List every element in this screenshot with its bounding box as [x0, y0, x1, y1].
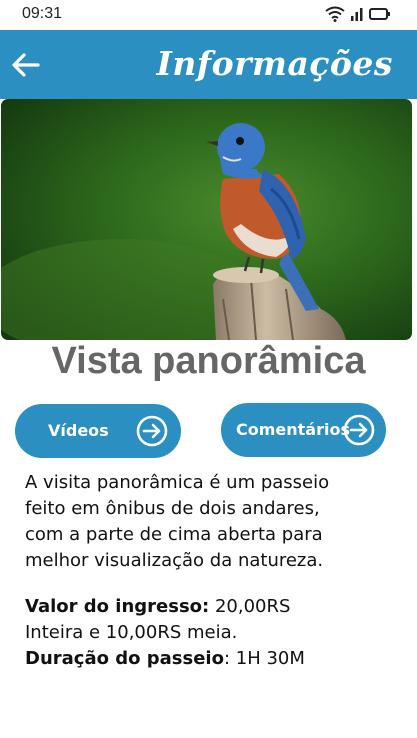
- status-bar: 09:31: [0, 0, 417, 30]
- page-title: Informações: [156, 44, 393, 83]
- hero-image: [1, 99, 412, 340]
- duration-label: Duração do passeio: [25, 648, 224, 669]
- description-text: A visita panorâmica é um passeio feito e…: [25, 470, 400, 574]
- arrow-left-icon: [12, 53, 40, 77]
- videos-button[interactable]: Vídeos: [15, 404, 181, 458]
- bird-image: [1, 99, 412, 340]
- status-icons: [325, 6, 391, 22]
- signal-icon: [351, 8, 363, 21]
- duration-value: : 1H 30M: [223, 648, 305, 669]
- place-title: Vista panorâmica: [51, 340, 366, 382]
- price-label: Valor do ingresso:: [25, 596, 210, 617]
- description-line: com a parte de cima aberta para: [25, 524, 323, 545]
- description-line: feito em ônibus de dois andares,: [25, 498, 320, 519]
- battery-icon: [369, 8, 390, 20]
- back-button[interactable]: [10, 50, 42, 80]
- description-line: A visita panorâmica é um passeio: [25, 472, 330, 493]
- arrow-right-circle-icon: [343, 414, 375, 446]
- wifi-icon: [325, 6, 345, 22]
- comments-button[interactable]: Comentários: [221, 403, 386, 457]
- duration-row: Duração do passeio: 1H 30M: [25, 646, 400, 672]
- status-time: 09:31: [22, 5, 63, 22]
- app-bar: Informações: [0, 30, 417, 99]
- price-row: Valor do ingresso: 20,00RS: [25, 594, 400, 620]
- description-line: melhor visualização da natureza.: [25, 550, 324, 571]
- ticket-info: Valor do ingresso: 20,00RS Inteira e 10,…: [25, 594, 400, 672]
- videos-button-label: Vídeos: [48, 421, 109, 440]
- arrow-right-circle-icon: [136, 415, 168, 447]
- comments-button-label: Comentários: [236, 420, 350, 439]
- price-detail: Inteira e 10,00RS meia.: [25, 622, 238, 643]
- price-value: 20,00RS: [209, 596, 291, 617]
